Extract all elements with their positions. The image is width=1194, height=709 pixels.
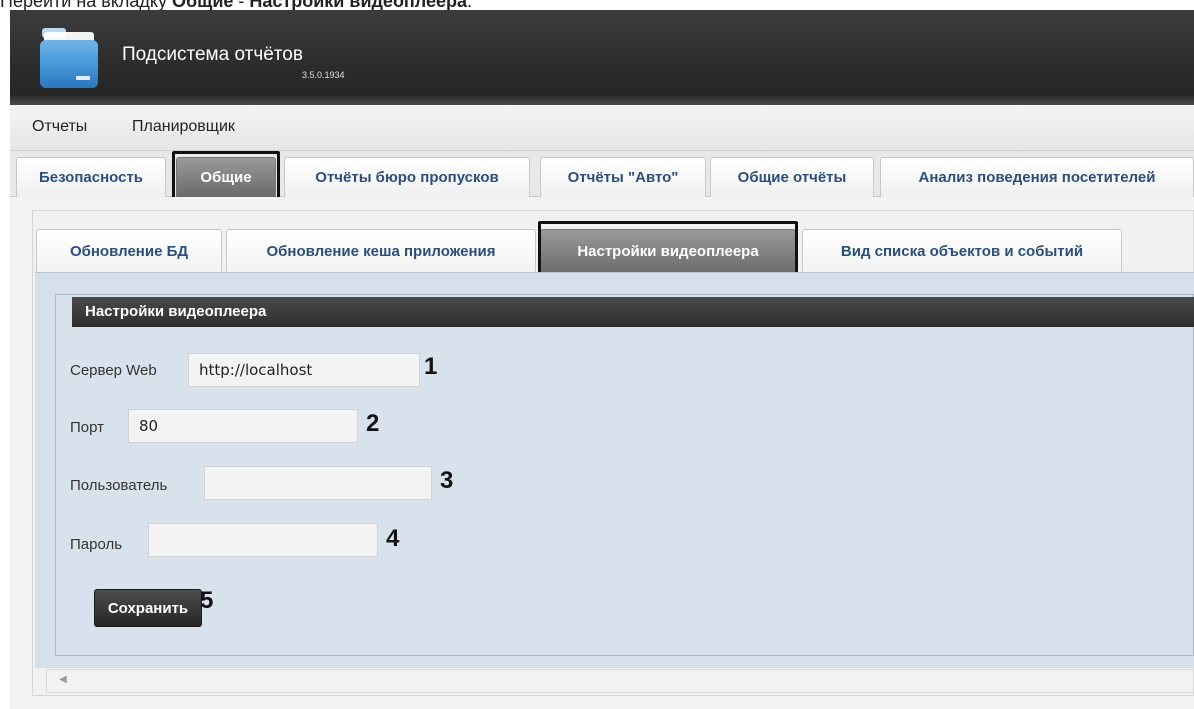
subtab-cache-update[interactable]: Обновление кеша приложения — [226, 229, 536, 273]
port-input[interactable] — [128, 409, 358, 443]
header-shade — [10, 95, 1194, 105]
app-header: Подсистема отчётов 3.5.0.1934 — [10, 10, 1194, 105]
menu-item-reports[interactable]: Отчеты — [32, 118, 87, 136]
web-server-label: Сервер Web — [70, 362, 157, 379]
callout-5: 5 — [200, 587, 214, 614]
tab-security[interactable]: Безопасность — [16, 157, 166, 197]
scroll-left-icon[interactable]: ◀ — [59, 674, 67, 685]
user-input[interactable] — [204, 466, 432, 500]
tab-pass-bureau-reports[interactable]: Отчёты бюро пропусков — [284, 157, 530, 197]
tab-auto-reports[interactable]: Отчёты "Авто" — [540, 157, 706, 197]
password-input[interactable] — [148, 523, 378, 557]
app-version: 3.5.0.1934 — [302, 70, 345, 80]
subtab-object-list-view[interactable]: Вид списка объектов и событий — [802, 229, 1122, 273]
horizontal-scrollbar[interactable]: ◀ — [46, 669, 1194, 693]
save-button[interactable]: Сохранить — [94, 589, 202, 627]
tab-general-reports[interactable]: Общие отчёты — [710, 157, 874, 197]
password-label: Пароль — [70, 536, 123, 553]
subtab-videoplayer-settings[interactable]: Настройки видеоплеера — [540, 229, 796, 273]
callout-3: 3 — [440, 467, 454, 494]
app-title: Подсистема отчётов — [122, 44, 303, 65]
subtab-db-update[interactable]: Обновление БД — [36, 229, 222, 273]
folder-icon — [40, 28, 98, 88]
tab-general[interactable]: Общие — [176, 157, 276, 197]
user-label: Пользователь — [70, 477, 168, 494]
settings-legend: Настройки видеоплеера — [72, 297, 1194, 327]
menu-item-scheduler[interactable]: Планировщик — [132, 118, 235, 136]
callout-2: 2 — [366, 410, 380, 437]
app-window: Подсистема отчётов 3.5.0.1934 Отчеты Пла… — [10, 10, 1194, 709]
menubar: Отчеты Планировщик — [10, 105, 1194, 151]
port-label: Порт — [70, 419, 105, 436]
callout-1: 1 — [424, 353, 438, 380]
tab-visitor-behavior[interactable]: Анализ поведения посетителей — [880, 157, 1194, 197]
main-tabbar: Безопасность Общие Отчёты бюро пропусков… — [10, 151, 1194, 197]
callout-4: 4 — [386, 525, 400, 552]
web-server-input[interactable] — [188, 353, 420, 387]
